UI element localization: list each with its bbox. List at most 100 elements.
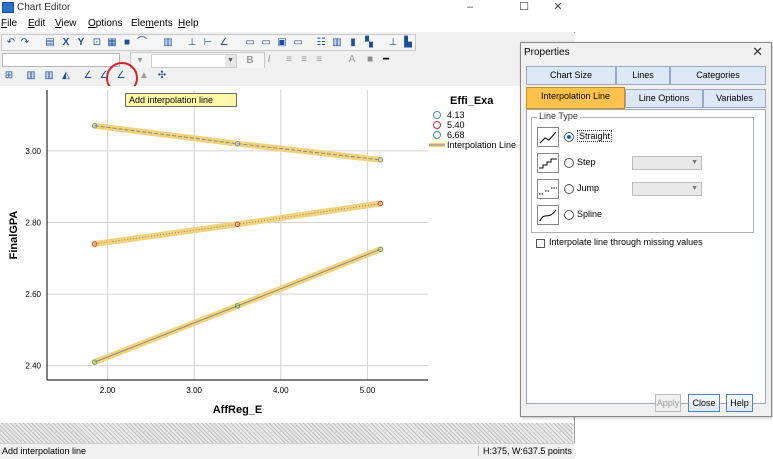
interpolate-missing-checkbox[interactable] xyxy=(536,239,545,248)
show-grid-icon[interactable]: ▥ xyxy=(162,37,174,49)
tab-interpolation-line[interactable]: Interpolation Line xyxy=(526,87,625,109)
chart-size-readout: H:375, W:637.5 points xyxy=(478,446,572,456)
y-tick-label-3: 3.00 xyxy=(25,147,41,156)
title-icon[interactable]: ▭ xyxy=(244,37,256,49)
italic-button[interactable]: I xyxy=(263,54,275,66)
menu-edit[interactable]: Edit xyxy=(28,18,45,29)
jitter-icon[interactable]: ✣ xyxy=(156,70,168,82)
annotation-icon[interactable]: ▭ xyxy=(260,37,272,49)
menu-options[interactable]: Options xyxy=(88,18,122,29)
grouped-bar-icon[interactable]: ▥ xyxy=(43,70,55,82)
show-legend-icon[interactable]: ☷ xyxy=(315,37,327,49)
straight-line-icon xyxy=(537,127,559,147)
legend-title: Effi_Exa xyxy=(450,95,494,107)
jump-radio[interactable] xyxy=(564,184,574,194)
bar-icon[interactable]: ▥ xyxy=(25,70,37,82)
fit-line-total-icon[interactable]: ∠ xyxy=(82,70,94,82)
status-bar: Add interpolation line H:375, W:637.5 po… xyxy=(0,443,575,459)
menu-view[interactable]: View xyxy=(55,18,77,29)
align-left-icon[interactable]: ≡ xyxy=(283,54,295,66)
legend-marker-4.13 xyxy=(433,111,441,119)
spline-label: Spline xyxy=(577,209,603,219)
x-tick-label-2: 4.00 xyxy=(273,386,289,395)
menu-help[interactable]: Help xyxy=(178,18,199,29)
y-axis-icon[interactable]: Y xyxy=(75,37,87,49)
tab-lines[interactable]: Lines xyxy=(616,66,670,85)
apply-button[interactable]: Apply xyxy=(655,394,681,412)
properties-icon[interactable]: ▤ xyxy=(44,37,56,49)
menu-edit-rest: dit xyxy=(34,18,46,29)
x-axis-icon[interactable]: X xyxy=(60,37,72,49)
menu-view-rest: iew xyxy=(61,18,77,29)
step-label: Step xyxy=(577,157,596,167)
help-button[interactable]: Help xyxy=(726,394,753,412)
y-tick-label-0: 2.40 xyxy=(25,362,41,371)
explode-icon[interactable]: ▙ xyxy=(402,37,414,49)
jump-dropdown[interactable]: ▼ xyxy=(632,182,702,196)
menu-options-mnemonic: O xyxy=(88,18,96,29)
data-label-mode-icon[interactable]: ▦ xyxy=(106,37,118,49)
toolbar-format: ▾ ▼ B I ≡ ≡ ≡ A ■ ━ xyxy=(0,51,575,69)
menu-elements-mnemonic: m xyxy=(145,18,154,29)
tab-variables[interactable]: Variables xyxy=(703,89,766,108)
legend-label-5.40: 5.40 xyxy=(447,120,465,130)
marker-icon[interactable]: ▲ xyxy=(138,70,150,82)
chart-area: 2.00 3.00 4.00 5.00 2.40 2.60 2.80 3.00 AffReg_E… xyxy=(0,86,573,423)
menu-file[interactable]: File xyxy=(1,18,17,29)
status-text: Add interpolation line xyxy=(2,446,87,456)
tab-categories[interactable]: Categories xyxy=(670,66,766,85)
toolbar-format-group: ▾ ▼ B xyxy=(130,52,265,69)
bold-button[interactable]: B xyxy=(244,55,256,67)
spline-radio[interactable] xyxy=(564,210,574,220)
y-tick-label-1: 2.60 xyxy=(25,290,41,299)
text-box-icon[interactable]: ▣ xyxy=(276,37,288,49)
chart-grid-icon[interactable]: ⊞ xyxy=(3,70,15,82)
spline-line-icon xyxy=(537,205,559,225)
font-size-combo[interactable]: ▼ xyxy=(151,54,237,68)
menu-help-rest: elp xyxy=(185,18,199,29)
straight-radio[interactable] xyxy=(564,132,574,142)
undo-icon[interactable]: ↶ xyxy=(5,37,17,49)
legend-label-4.13: 4.13 xyxy=(447,110,465,120)
line-weight-icon[interactable]: ━ xyxy=(380,54,392,66)
properties-close-icon[interactable]: ✕ xyxy=(752,44,763,60)
chevron-down-icon: ▼ xyxy=(691,159,698,166)
tab-line-options[interactable]: Line Options xyxy=(625,89,703,108)
align-center-icon[interactable]: ≡ xyxy=(298,54,310,66)
minimize-button[interactable]: – xyxy=(456,0,484,15)
y-tick-label-2: 2.80 xyxy=(25,218,41,227)
footnote-icon[interactable]: ▭ xyxy=(292,37,304,49)
interpolate-missing-label: Interpolate line through missing values xyxy=(549,237,703,247)
x-tick-label-0: 2.00 xyxy=(100,386,116,395)
transpose-icon[interactable]: ⊥ xyxy=(387,37,399,49)
font-combo[interactable] xyxy=(2,53,120,67)
scale-icon[interactable]: ▚ xyxy=(363,37,375,49)
menu-elements-rest: ents xyxy=(153,18,173,29)
histogram-icon[interactable]: ▮ xyxy=(347,37,359,49)
menu-elements-pre: Ele xyxy=(131,18,146,29)
menu-elements[interactable]: Elements xyxy=(131,18,173,29)
reference-line-y-icon[interactable]: ⊥ xyxy=(186,37,198,49)
tab-chart-size[interactable]: Chart Size xyxy=(526,66,616,85)
show-data-labels-icon[interactable]: ⊡ xyxy=(91,37,103,49)
lasso-icon[interactable]: ⌒ xyxy=(136,37,148,49)
reference-line-x-icon[interactable]: ⊢ xyxy=(202,37,214,49)
close-button[interactable]: ✕ xyxy=(544,0,572,15)
close-dialog-button[interactable]: Close xyxy=(688,394,720,412)
text-style-icon[interactable]: ▾ xyxy=(134,55,146,67)
bar-chart-icon[interactable]: ▥ xyxy=(331,37,343,49)
fill-color-icon[interactable]: ■ xyxy=(121,37,133,49)
area-icon[interactable]: ◭ xyxy=(60,70,72,82)
maximize-button[interactable]: ☐ xyxy=(510,0,538,15)
legend-marker-5.40 xyxy=(433,121,441,129)
fill-swatch-icon[interactable]: ■ xyxy=(364,54,376,66)
menu-options-rest: ptions xyxy=(95,18,123,29)
x-tick-label-1: 3.00 xyxy=(186,386,202,395)
redo-icon[interactable]: ↷ xyxy=(19,37,31,49)
equation-line-icon[interactable]: ∠ xyxy=(218,37,230,49)
step-radio[interactable] xyxy=(564,158,574,168)
legend-label-6.68: 6.68 xyxy=(447,130,465,140)
step-dropdown[interactable]: ▼ xyxy=(632,156,702,170)
text-color-button[interactable]: A xyxy=(346,54,358,66)
align-right-icon[interactable]: ≡ xyxy=(313,54,325,66)
